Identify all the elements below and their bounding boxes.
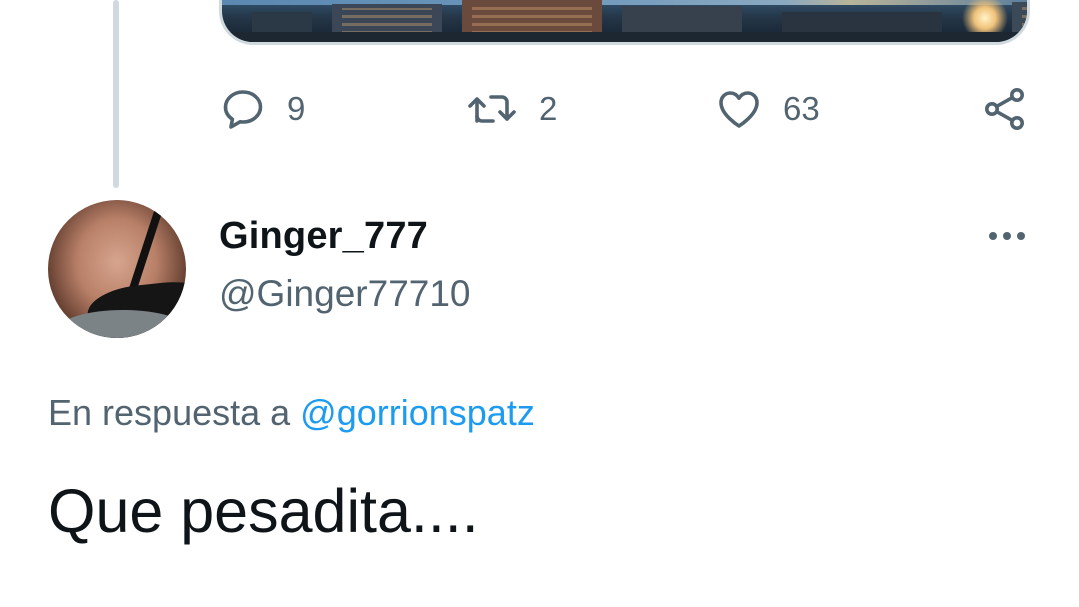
reply-count: 9 <box>287 90 306 127</box>
reply-context-label: En respuesta a <box>48 392 291 433</box>
tweet-text: Que pesadita.... <box>48 477 479 545</box>
retweet-count: 2 <box>539 90 558 127</box>
tweet-action-bar: 9 2 63 <box>219 84 1030 134</box>
avatar[interactable] <box>48 200 186 338</box>
retweet-button[interactable]: 2 <box>465 84 557 134</box>
display-name[interactable]: Ginger_777 <box>219 215 428 258</box>
tweet-media-image[interactable] <box>219 0 1030 45</box>
like-count: 63 <box>783 90 820 127</box>
retweet-icon <box>465 85 519 133</box>
heart-icon <box>715 85 763 133</box>
reply-icon <box>219 85 267 133</box>
media-ground <box>222 32 1027 42</box>
like-button[interactable]: 63 <box>715 84 820 134</box>
share-button[interactable] <box>981 84 1029 134</box>
reply-context: En respuesta a @gorrionspatz <box>48 392 535 434</box>
share-icon <box>981 85 1029 133</box>
reply-to-mention-link[interactable]: @gorrionspatz <box>300 392 535 433</box>
thread-connector-line <box>113 0 119 188</box>
reply-button[interactable]: 9 <box>219 84 305 134</box>
more-dots-icon <box>985 229 1029 247</box>
user-handle[interactable]: @Ginger77710 <box>219 273 471 315</box>
more-options-button[interactable] <box>982 222 1032 254</box>
